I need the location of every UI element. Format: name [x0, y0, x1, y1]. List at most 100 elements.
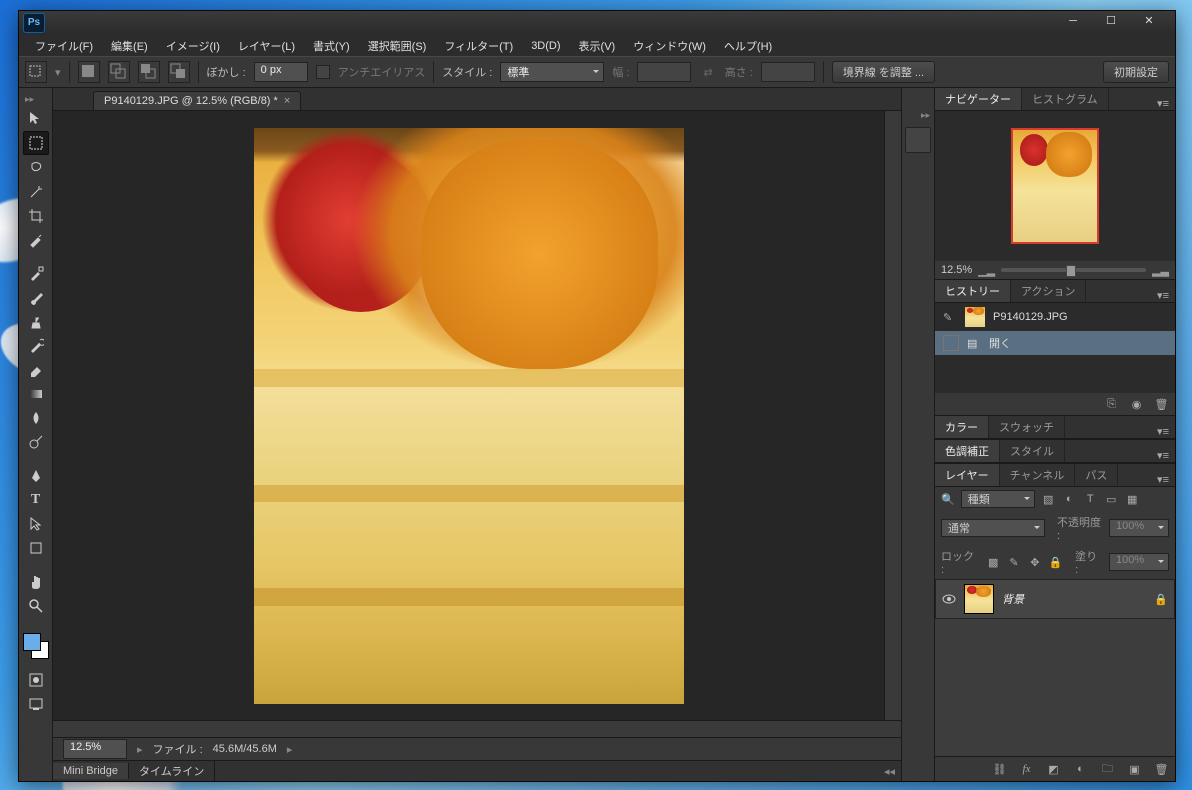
titlebar[interactable]: Ps ─ ☐ ✕ — [19, 11, 1175, 35]
menu-image[interactable]: イメージ(I) — [160, 36, 226, 56]
panel-menu-icon[interactable]: ▾≡ — [1151, 425, 1175, 438]
document-tab[interactable]: P9140129.JPG @ 12.5% (RGB/8) * × — [93, 91, 301, 110]
width-field[interactable] — [637, 62, 691, 82]
magic-wand-tool[interactable] — [24, 181, 48, 203]
lock-all-icon[interactable]: 🔒 — [1048, 555, 1063, 569]
menu-filter[interactable]: フィルター(T) — [438, 36, 519, 56]
lock-transparency-icon[interactable]: ▩ — [986, 555, 1001, 569]
zoom-field[interactable]: 12.5% — [63, 739, 127, 759]
tab-styles[interactable]: スタイル — [1000, 440, 1065, 462]
link-layers-icon[interactable]: ⛓ — [992, 762, 1007, 776]
type-tool[interactable]: T — [24, 489, 48, 511]
tab-paths[interactable]: パス — [1075, 464, 1118, 486]
panel-menu-icon[interactable]: ▾≡ — [1151, 97, 1175, 110]
tab-navigator[interactable]: ナビゲーター — [935, 88, 1022, 110]
new-selection-icon[interactable] — [78, 61, 100, 83]
filter-shape-icon[interactable]: ▭ — [1104, 492, 1119, 506]
lock-position-icon[interactable]: ✥ — [1027, 555, 1042, 569]
collapsed-panel-icon[interactable] — [905, 127, 931, 153]
tab-adjustments[interactable]: 色調補正 — [935, 440, 1000, 462]
expand-icon[interactable]: ▸▸ — [921, 110, 934, 121]
subtract-selection-icon[interactable] — [138, 61, 160, 83]
color-swatches[interactable] — [23, 633, 49, 659]
dodge-tool[interactable] — [24, 431, 48, 453]
panel-corner-icon[interactable] — [59, 91, 79, 107]
menu-select[interactable]: 選択範囲(S) — [362, 36, 433, 56]
fill-field[interactable]: 100% — [1109, 553, 1169, 571]
antialias-checkbox[interactable] — [316, 65, 330, 79]
opacity-field[interactable]: 100% — [1109, 519, 1169, 537]
lock-paint-icon[interactable]: ✎ — [1007, 555, 1022, 569]
tab-timeline[interactable]: タイムライン — [129, 761, 215, 781]
bottom-collapse-icon[interactable]: ◂◂ — [878, 765, 901, 778]
blend-mode-dropdown[interactable]: 通常 — [941, 519, 1045, 537]
lasso-tool[interactable] — [24, 157, 48, 179]
layer-filter-kind[interactable]: 種類 — [961, 490, 1035, 508]
tab-history[interactable]: ヒストリー — [935, 280, 1011, 302]
add-selection-icon[interactable] — [108, 61, 130, 83]
minimize-button[interactable]: ─ — [1061, 16, 1085, 30]
new-layer-icon[interactable]: ▣ — [1127, 762, 1142, 776]
menu-edit[interactable]: 編集(E) — [105, 36, 154, 56]
history-brush-tool[interactable] — [24, 335, 48, 357]
eraser-tool[interactable] — [24, 359, 48, 381]
menu-help[interactable]: ヘルプ(H) — [718, 36, 778, 56]
layer-item[interactable]: 背景 🔒 — [935, 579, 1175, 619]
healing-brush-tool[interactable] — [24, 263, 48, 285]
height-field[interactable] — [761, 62, 815, 82]
new-snapshot-icon[interactable]: ◉ — [1129, 397, 1144, 411]
close-tab-icon[interactable]: × — [284, 95, 290, 107]
menu-view[interactable]: 表示(V) — [573, 36, 622, 56]
clone-stamp-tool[interactable] — [24, 311, 48, 333]
trash-icon[interactable]: 🗑 — [1154, 397, 1169, 411]
close-button[interactable]: ✕ — [1137, 16, 1161, 30]
tab-channels[interactable]: チャンネル — [1000, 464, 1076, 486]
v-scrollbar[interactable] — [884, 111, 901, 720]
menu-type[interactable]: 書式(Y) — [307, 36, 356, 56]
mask-icon[interactable]: ◩ — [1046, 762, 1061, 776]
marquee-tool[interactable] — [23, 131, 49, 155]
style-dropdown[interactable]: 標準 — [500, 62, 604, 82]
foreground-color[interactable] — [23, 633, 41, 651]
history-snapshot[interactable]: ✎ P9140129.JPG — [935, 303, 1175, 331]
shape-tool[interactable] — [24, 537, 48, 559]
menu-window[interactable]: ウィンドウ(W) — [627, 36, 712, 56]
nav-zoom-slider[interactable] — [1001, 268, 1146, 272]
tab-mini-bridge[interactable]: Mini Bridge — [53, 763, 129, 779]
gradient-tool[interactable] — [24, 383, 48, 405]
panel-collapse-icon[interactable]: ▸▸ — [19, 92, 34, 105]
canvas[interactable] — [53, 111, 884, 720]
history-step[interactable]: ▤ 開く — [935, 331, 1175, 355]
intersect-selection-icon[interactable] — [168, 61, 190, 83]
tool-preset-icon[interactable] — [25, 61, 47, 83]
group-icon[interactable]: 🗀 — [1100, 762, 1115, 776]
filter-type-icon[interactable]: T — [1083, 492, 1098, 506]
panel-menu-icon[interactable]: ▾≡ — [1151, 449, 1175, 462]
new-doc-from-state-icon[interactable]: ⎘ — [1104, 397, 1119, 411]
tab-histogram[interactable]: ヒストグラム — [1022, 88, 1109, 110]
tab-actions[interactable]: アクション — [1011, 280, 1086, 302]
menu-file[interactable]: ファイル(F) — [29, 36, 99, 56]
path-select-tool[interactable] — [24, 513, 48, 535]
maximize-button[interactable]: ☐ — [1099, 16, 1123, 30]
adjustment-layer-icon[interactable]: ◐ — [1073, 762, 1088, 776]
tab-layers[interactable]: レイヤー — [935, 464, 1000, 486]
eyedropper-tool[interactable] — [24, 229, 48, 251]
filter-pixel-icon[interactable]: ▧ — [1041, 492, 1056, 506]
hand-tool[interactable] — [24, 571, 48, 593]
zoom-in-icon[interactable]: ▂▃ — [1152, 264, 1169, 277]
pen-tool[interactable] — [24, 465, 48, 487]
move-tool[interactable] — [24, 107, 48, 129]
navigator-panel[interactable] — [935, 111, 1175, 261]
tab-color[interactable]: カラー — [935, 416, 989, 438]
panel-menu-icon[interactable]: ▾≡ — [1151, 473, 1175, 486]
blur-tool[interactable] — [24, 407, 48, 429]
brush-tool[interactable] — [24, 287, 48, 309]
tab-swatches[interactable]: スウォッチ — [989, 416, 1065, 438]
menu-3d[interactable]: 3D(D) — [525, 38, 566, 54]
menu-layer[interactable]: レイヤー(L) — [232, 36, 301, 56]
visibility-icon[interactable] — [942, 592, 956, 606]
screenmode-toggle[interactable] — [24, 693, 48, 715]
layer-name[interactable]: 背景 — [1002, 591, 1024, 607]
swap-wh-icon[interactable]: ⇄ — [699, 66, 716, 79]
